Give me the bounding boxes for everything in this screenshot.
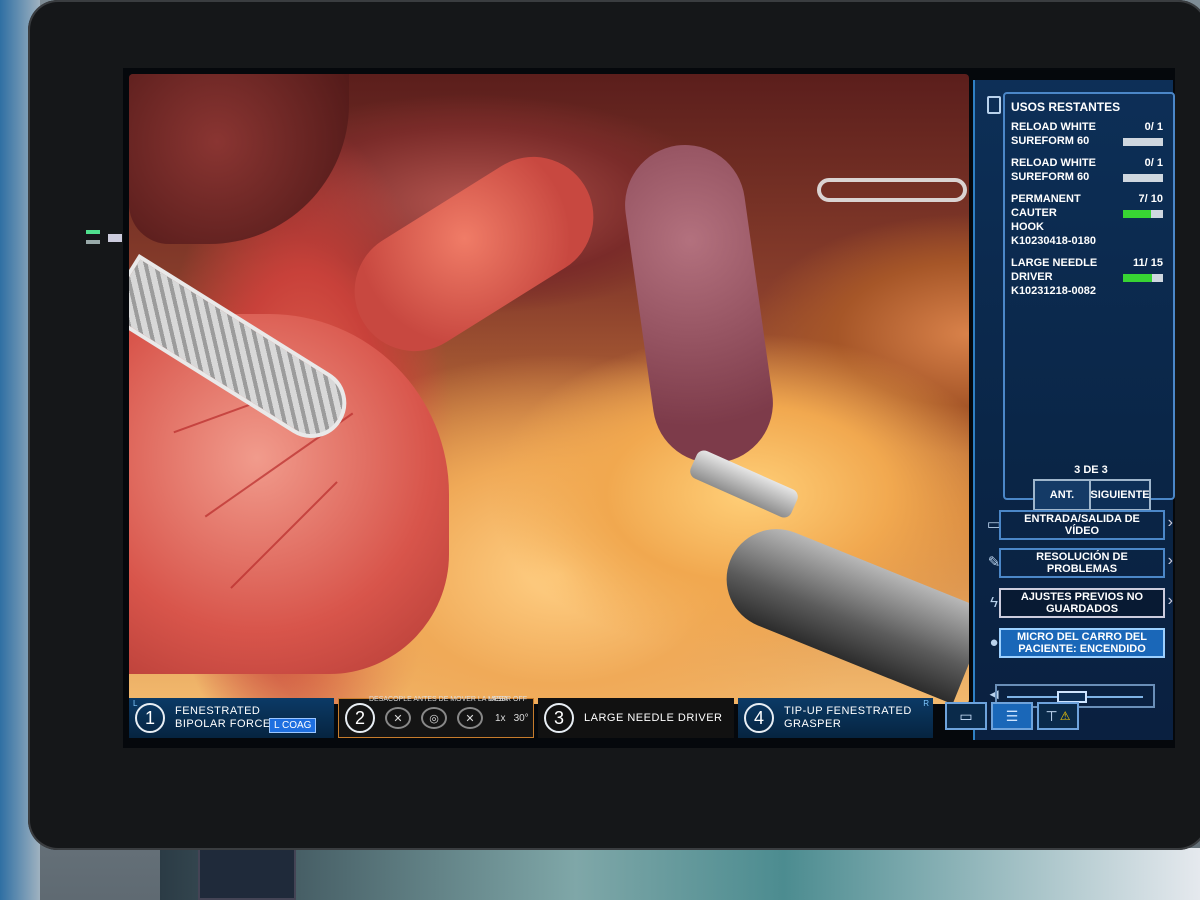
secondary-monitor xyxy=(198,848,296,900)
endoscope-video xyxy=(129,74,969,704)
arm-4-side: R xyxy=(923,699,929,708)
arm-3-label: LARGE NEEDLE DRIVER xyxy=(584,711,723,724)
bowel-segment xyxy=(617,137,781,471)
zoom-level: 1x xyxy=(495,712,506,724)
arm-4-label-line2: GRASPER xyxy=(784,718,842,730)
use-item: RELOAD WHITE SUREFORM 60 0/ 1 xyxy=(1011,120,1167,148)
document-icon[interactable] xyxy=(987,96,1001,114)
arm-3-number: 3 xyxy=(544,703,574,733)
presets-button[interactable]: AJUSTES PREVIOS NO GUARDADOS xyxy=(999,588,1165,618)
monitor-icon: ▭ xyxy=(959,707,973,724)
staple-clip xyxy=(817,178,967,202)
menu-row-troubleshoot: ✎ RESOLUCIÓN DE PROBLEMAS › xyxy=(975,546,1175,580)
warning-icon: ⚠ xyxy=(1059,709,1071,723)
arm-3-slot[interactable]: 3 LARGE NEEDLE DRIVER xyxy=(538,698,734,738)
use-item-bar xyxy=(1123,138,1163,146)
arm-2-number: 2 xyxy=(345,703,375,733)
instrument-status-bar: L 1 FENESTRATED BIPOLAR FORCEPS L COAG D… xyxy=(129,696,969,738)
use-item-bar xyxy=(1123,274,1163,282)
menu-row-video: ▭ ENTRADA/SALIDA DE VÍDEO › xyxy=(975,508,1175,542)
use-item-name-line2: SUREFORM 60 xyxy=(1011,171,1090,183)
crossed-scope-icon: ✕ xyxy=(385,707,411,729)
led-white xyxy=(108,234,122,242)
menu-row-presets: ϟ AJUSTES PREVIOS NO GUARDADOS › xyxy=(975,586,1175,620)
laser-status: LASER OFF xyxy=(488,696,527,703)
use-item: PERMANENT CAUTER HOOK K10230418-0180 7/ … xyxy=(1011,192,1167,248)
undock-warning: DESACOPLE ANTES DE MOVER LA MESA xyxy=(369,696,508,703)
use-item-name: PERMANENT CAUTER xyxy=(1011,193,1081,219)
system-tab[interactable]: ⊤ ⚠ xyxy=(1037,702,1079,730)
use-item-count: 11/ 15 xyxy=(1133,257,1163,269)
use-item-name-line2: DRIVER xyxy=(1011,271,1053,283)
patient-cart-mic-button[interactable]: MICRO DEL CARRO DEL PACIENTE: ENCENDIDO xyxy=(999,628,1165,658)
arm-4-slot[interactable]: R 4 TIP-UP FENESTRATED GRASPER xyxy=(738,698,933,738)
video-io-button[interactable]: ENTRADA/SALIDA DE VÍDEO xyxy=(999,510,1165,540)
use-item: RELOAD WHITE SUREFORM 60 0/ 1 xyxy=(1011,156,1167,184)
prev-page-button[interactable]: ANT. xyxy=(1035,481,1091,509)
needle-driver-shaft xyxy=(711,514,969,704)
arm-4-label-line1: TIP-UP FENESTRATED xyxy=(784,705,912,717)
arm-4-number: 4 xyxy=(744,703,774,733)
led-gray xyxy=(86,240,100,244)
chevron-right-icon: › xyxy=(1167,514,1173,531)
use-item: LARGE NEEDLE DRIVER K10231218-0082 11/ 1… xyxy=(1011,256,1167,298)
crossed-arm-icon: ✕ xyxy=(457,707,483,729)
arm-1-side: L xyxy=(133,699,138,708)
settings-tab[interactable]: ☰ xyxy=(991,702,1033,730)
table-icon: ⊤ xyxy=(1045,707,1058,724)
liver-tissue xyxy=(129,74,349,244)
use-item-name-line2: SUREFORM 60 xyxy=(1011,135,1090,147)
arm-4-label: TIP-UP FENESTRATED GRASPER xyxy=(784,705,912,731)
use-item-bar xyxy=(1123,174,1163,182)
arm-2-slot[interactable]: DESACOPLE ANTES DE MOVER LA MESA LASER O… xyxy=(338,696,534,738)
bowel-loop xyxy=(331,134,617,374)
use-item-name: RELOAD WHITE xyxy=(1011,157,1096,169)
remaining-uses-box: USOS RESTANTES RELOAD WHITE SUREFORM 60 … xyxy=(1003,92,1175,511)
coag-mode-badge: L COAG xyxy=(269,718,317,733)
use-item-code: K10230418-0180 xyxy=(1011,235,1097,247)
use-item-count: 0/ 1 xyxy=(1144,157,1163,169)
use-item-bar-fill xyxy=(1123,210,1151,218)
equipment-below-monitor xyxy=(160,848,1200,900)
page-indicator: 3 DE 3 xyxy=(1074,464,1108,476)
arm-1-number: 1 xyxy=(135,703,165,733)
troubleshooting-button[interactable]: RESOLUCIÓN DE PROBLEMAS xyxy=(999,548,1165,578)
menu-row-mic: ● MICRO DEL CARRO DEL PACIENTE: ENCENDID… xyxy=(975,626,1175,660)
arm-1-slot[interactable]: L 1 FENESTRATED BIPOLAR FORCEPS L COAG xyxy=(129,698,334,738)
sliders-icon: ☰ xyxy=(1005,707,1019,724)
scope-angle: 30° xyxy=(513,712,529,724)
use-item-count: 7/ 10 xyxy=(1138,193,1163,205)
use-item-name: LARGE NEEDLE xyxy=(1011,257,1098,269)
use-item-name: RELOAD WHITE xyxy=(1011,121,1096,133)
remaining-uses-title: USOS RESTANTES xyxy=(1011,100,1121,114)
chevron-right-icon: › xyxy=(1167,592,1173,609)
use-item-count: 0/ 1 xyxy=(1144,121,1163,133)
side-panel: USOS RESTANTES RELOAD WHITE SUREFORM 60 … xyxy=(973,80,1175,740)
display-tab[interactable]: ▭ xyxy=(945,702,987,730)
surgical-console-screen: L 1 FENESTRATED BIPOLAR FORCEPS L COAG D… xyxy=(123,68,1175,748)
use-item-code: K10231218-0082 xyxy=(1011,285,1097,297)
use-item-name-line2: HOOK xyxy=(1011,221,1044,233)
use-item-bar xyxy=(1123,210,1163,218)
led-green xyxy=(86,230,100,234)
chevron-right-icon: › xyxy=(1167,552,1173,569)
bottom-tab-bar: ▭ ☰ ⊤ ⚠ xyxy=(945,702,1175,732)
use-item-bar-fill xyxy=(1123,274,1153,282)
next-page-button[interactable]: SIGUIENTE xyxy=(1090,481,1150,509)
arm-1-label-line1: FENESTRATED xyxy=(175,705,261,717)
camera-control-icon: ◎ xyxy=(421,707,447,729)
pager: ANT. SIGUIENTE xyxy=(1033,479,1151,511)
needle-driver-jaws xyxy=(687,447,801,521)
